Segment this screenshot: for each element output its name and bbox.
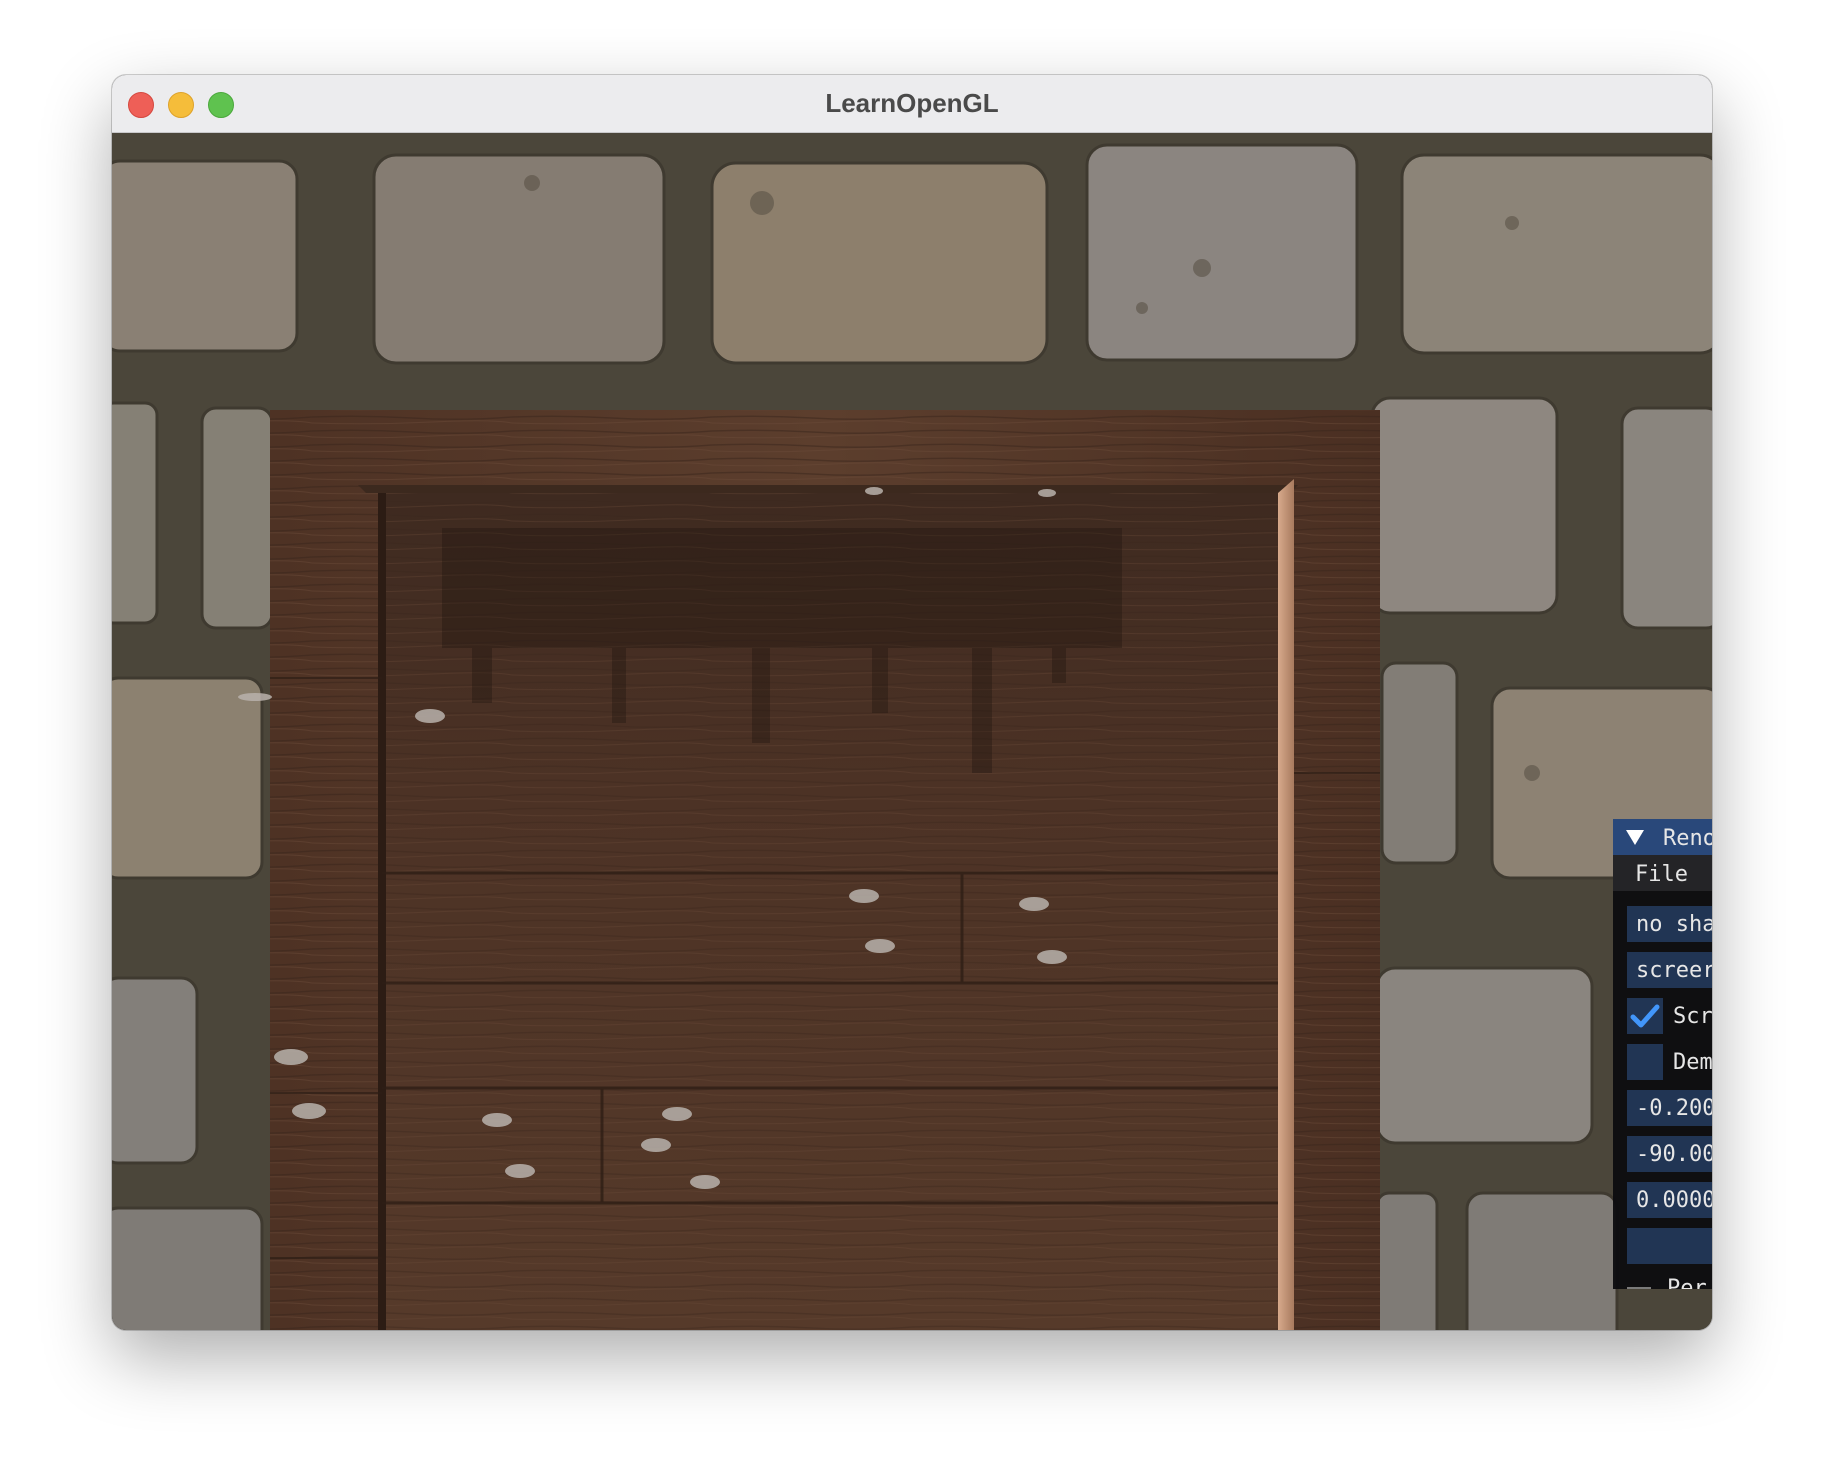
value-input-3-text: 0.0000 — [1636, 1188, 1712, 1213]
value-input-1-text: -0.200 — [1636, 1096, 1712, 1121]
imgui-menubar: File — [1613, 855, 1712, 891]
app-window: LearnOpenGL Reno File no sha screer Scr … — [112, 75, 1712, 1330]
demo-checkbox-label: Dem — [1673, 1050, 1712, 1075]
opengl-viewport[interactable] — [112, 133, 1712, 1330]
imgui-button[interactable] — [1627, 1228, 1712, 1264]
performance-header[interactable]: Per — [1627, 1274, 1712, 1289]
imgui-title-bar[interactable]: Reno — [1613, 819, 1712, 855]
collapse-arrow-icon[interactable] — [1626, 830, 1644, 845]
title-bar[interactable]: LearnOpenGL — [112, 75, 1712, 133]
shader-dropdown[interactable]: no sha — [1627, 906, 1712, 942]
window-title: LearnOpenGL — [825, 88, 999, 118]
value-input-1[interactable]: -0.200 — [1627, 1090, 1712, 1126]
demo-checkbox-row[interactable]: Dem — [1627, 1044, 1712, 1080]
menu-file[interactable]: File — [1635, 862, 1688, 887]
performance-header-label: Per — [1667, 1276, 1707, 1289]
collapse-dash-icon — [1627, 1287, 1651, 1289]
value-input-2[interactable]: -90.00 — [1627, 1136, 1712, 1172]
shader-dropdown-value: no sha — [1636, 912, 1712, 937]
value-input-3[interactable]: 0.0000 — [1627, 1182, 1712, 1218]
value-input-2-text: -90.00 — [1636, 1142, 1712, 1167]
screen-checkbox-row[interactable]: Scr — [1627, 998, 1712, 1034]
screen-checkbox[interactable] — [1627, 998, 1663, 1034]
demo-checkbox[interactable] — [1627, 1044, 1663, 1080]
imgui-title-label: Reno — [1663, 826, 1712, 851]
screen-checkbox-label: Scr — [1673, 1004, 1712, 1029]
imgui-render-panel[interactable]: Reno File no sha screer Scr Dem -0.200 -… — [1613, 819, 1712, 1289]
checkmark-icon — [1630, 1004, 1660, 1028]
screen-dropdown[interactable]: screer — [1627, 952, 1712, 988]
rendered-scene — [112, 133, 1712, 1330]
screen-dropdown-value: screer — [1636, 958, 1712, 983]
